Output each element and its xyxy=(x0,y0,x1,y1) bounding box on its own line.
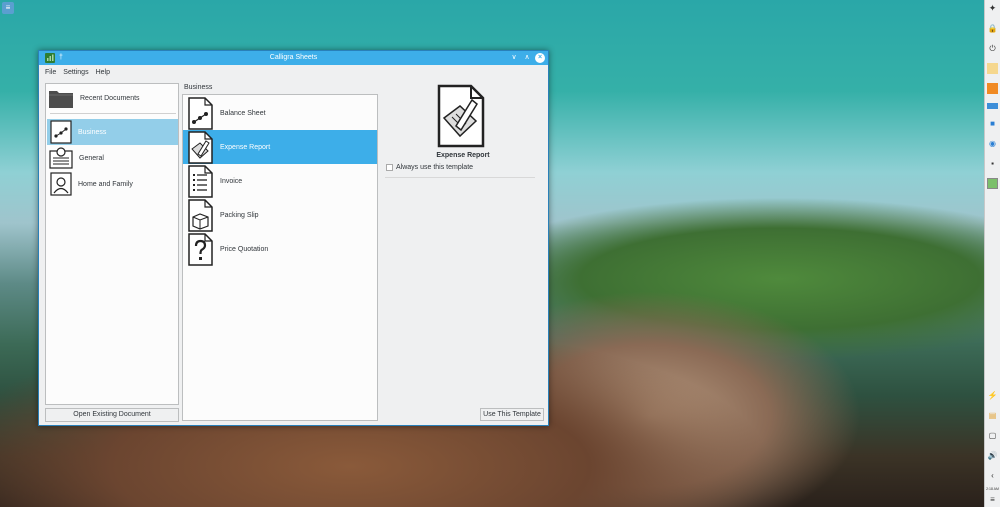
app-blue-icon[interactable] xyxy=(987,103,998,109)
launcher-icon[interactable]: ✦ xyxy=(987,3,998,14)
notes-icon[interactable] xyxy=(987,63,998,74)
template-item-price-quotation[interactable]: Price Quotation xyxy=(183,232,377,266)
volume-icon[interactable]: 🔊 xyxy=(987,450,998,461)
template-list: Balance Sheet Expense Report Invoice Pac… xyxy=(182,94,378,421)
category-item-label: General xyxy=(79,154,104,162)
template-item-label: Price Quotation xyxy=(220,245,269,253)
preview-divider xyxy=(385,177,535,178)
menu-settings[interactable]: Settings xyxy=(63,69,88,76)
template-item-label: Balance Sheet xyxy=(220,109,266,117)
title-bar[interactable]: † Calligra Sheets ∨ ∧ × xyxy=(39,51,548,65)
category-list: Recent Documents Business General Home a… xyxy=(45,83,179,405)
calligra-sheets-app-icon[interactable] xyxy=(45,53,55,63)
lock-icon[interactable]: 🔒 xyxy=(987,23,998,34)
template-item-label: Packing Slip xyxy=(220,211,259,219)
display-icon[interactable]: ▢ xyxy=(987,430,998,441)
clipboard-icon[interactable]: ▤ xyxy=(987,410,998,421)
minimize-button[interactable]: ∨ xyxy=(508,51,520,65)
category-item-label: Business xyxy=(78,128,107,136)
home-family-template-icon xyxy=(50,172,72,196)
menu-bar: File Settings Help xyxy=(39,65,548,79)
calligra-sheets-window: † Calligra Sheets ∨ ∧ × File Settings He… xyxy=(38,50,549,426)
category-item-general[interactable]: General xyxy=(47,145,178,171)
window-title: Calligra Sheets xyxy=(269,54,318,61)
clock[interactable]: 2:18 AM xyxy=(986,487,999,491)
expand-tray-icon[interactable]: ‹ xyxy=(987,470,998,481)
template-item-expense-report[interactable]: Expense Report xyxy=(183,130,377,164)
always-use-template-checkbox[interactable] xyxy=(386,164,393,171)
maximize-button[interactable]: ∧ xyxy=(521,51,533,65)
template-group-header: Business xyxy=(184,84,213,91)
folder-app-icon[interactable]: ■ xyxy=(987,118,998,129)
calligra-sheets-task-icon[interactable] xyxy=(987,178,998,189)
desktop-menu-button[interactable]: ≡ xyxy=(2,2,14,14)
template-item-packing-slip[interactable]: Packing Slip xyxy=(183,198,377,232)
battery-icon[interactable]: ⚡ xyxy=(987,390,998,401)
business-template-icon xyxy=(50,120,72,144)
price-quotation-icon xyxy=(188,232,213,266)
menu-file[interactable]: File xyxy=(45,69,56,76)
always-use-template-row[interactable]: Always use this template xyxy=(386,164,473,171)
open-existing-document-button[interactable]: Open Existing Document xyxy=(45,408,179,422)
power-icon[interactable]: ⏻ xyxy=(987,43,998,54)
category-item-label: Recent Documents xyxy=(80,94,140,102)
balance-sheet-icon xyxy=(188,96,213,130)
folder-icon xyxy=(49,91,73,108)
template-item-invoice[interactable]: Invoice xyxy=(183,164,377,198)
packing-slip-icon xyxy=(188,198,213,232)
pin-icon[interactable]: † xyxy=(59,51,63,65)
panel-menu-icon[interactable]: ≡ xyxy=(987,494,998,505)
category-item-recent-documents[interactable]: Recent Documents xyxy=(47,85,178,111)
template-item-label: Expense Report xyxy=(220,143,271,151)
invoice-icon xyxy=(188,164,213,198)
menu-help[interactable]: Help xyxy=(96,69,110,76)
use-this-template-button[interactable]: Use This Template xyxy=(480,408,544,421)
expense-report-preview-icon xyxy=(437,84,485,148)
expense-report-icon xyxy=(188,130,213,164)
category-divider xyxy=(50,113,176,114)
always-use-template-label[interactable]: Always use this template xyxy=(396,164,473,171)
general-template-icon xyxy=(49,147,73,169)
template-item-balance-sheet[interactable]: Balance Sheet xyxy=(183,96,377,130)
browser-icon[interactable]: ◉ xyxy=(987,138,998,149)
category-item-label: Home and Family xyxy=(78,180,133,188)
app-orange-icon[interactable] xyxy=(987,83,998,94)
close-button[interactable]: × xyxy=(535,53,545,63)
category-item-home-and-family[interactable]: Home and Family xyxy=(47,171,178,197)
template-item-label: Invoice xyxy=(220,177,243,185)
preview-title: Expense Report xyxy=(436,152,490,159)
side-panel: ✦ 🔒 ⏻ ■ ◉ ▪ ⚡ ▤ ▢ 🔊 ‹ 2:18 AM ≡ xyxy=(984,0,1000,507)
category-item-business[interactable]: Business xyxy=(47,119,178,145)
terminal-icon[interactable]: ▪ xyxy=(987,158,998,169)
